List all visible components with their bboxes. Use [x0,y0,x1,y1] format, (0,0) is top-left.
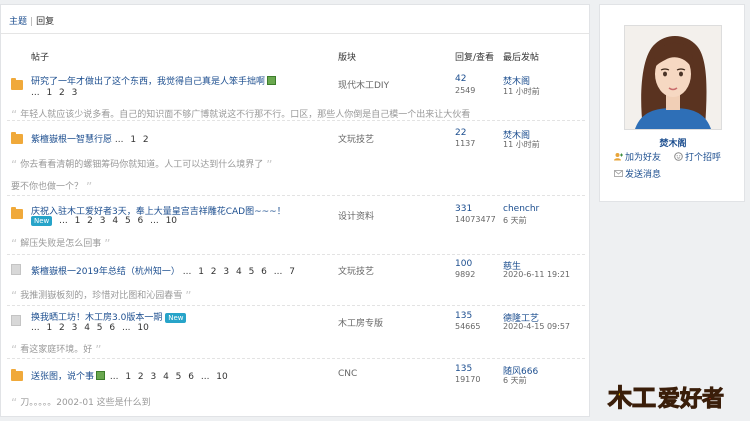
folder-icon [11,132,23,144]
view-count: 54665 [455,322,481,331]
reply-quote[interactable]: “解压失败是怎么回事” [11,236,110,251]
row-divider [7,195,585,196]
folder-icon [11,207,23,219]
quote-close-icon: ” [266,158,273,172]
reply-count[interactable]: 135 [455,311,472,321]
last-post-time: 11 小时前 [503,87,540,96]
view-count: 19170 [455,375,481,384]
folder-icon [11,78,23,90]
reply-count[interactable]: 331 [455,204,472,214]
header-reply-view: 回复/查看 [455,53,495,63]
last-post-time: 6 天前 [503,376,527,385]
document-icon [11,264,21,275]
row-divider [7,305,585,306]
page-links[interactable]: New ... 1 2 3 4 5 6 ... 10 [31,216,177,226]
reply-quote[interactable]: “我推测嶽板刻的，珍惜对比图和沁园春雪” [11,288,191,303]
page-links[interactable]: ... 1 2 3 4 5 6 ... 7 [183,267,295,277]
forum-name[interactable]: 文玩技艺 [338,132,374,145]
forum-name[interactable]: 木工房专版 [338,316,383,329]
thread-title[interactable]: 研究了一年才做出了这个东西，我觉得自己真是人笨手拙啊 [31,74,278,87]
reply-quote[interactable]: “你去看看清朝的螺钿筹码你就知道。人工可以达到什么境界了” [11,157,272,172]
tab-topic[interactable]: 主题 [9,17,27,27]
quote-close-icon: ” [185,289,192,303]
new-badge: New [31,216,53,226]
reply-quote[interactable]: “看这家庭环境。好” [11,342,101,357]
row-divider [7,358,585,359]
last-post-time: 6 天前 [503,216,527,225]
reply-quote[interactable]: 要不你也做一个？” [11,179,92,194]
view-count: 9892 [455,270,476,279]
row-divider [7,254,585,255]
quote-close-icon: ” [104,237,111,251]
reply-count[interactable]: 22 [455,128,466,138]
envelope-icon [614,169,623,178]
last-post-time: 2020-4-15 09:57 [503,322,570,331]
tab-separator: | [30,17,34,27]
page-links[interactable]: ... 1 2 3 4 5 6 ... 10 [31,323,149,333]
view-count: 1137 [455,139,476,148]
quote-open-icon: “ [11,343,18,357]
user-profile-card: 焚木阁 加为好友 打个招呼 发送消息 [599,4,745,202]
last-post-time: 11 小时前 [503,140,540,149]
forum-name[interactable]: 设计资料 [338,209,374,222]
new-badge: New [165,313,187,323]
thread-title[interactable]: 紫檀嶽根一2019年总结（杭州知一） ... 1 2 3 4 5 6 ... 7 [31,264,295,277]
thread-title[interactable]: 换我晒工坊！木工房3.0版本一期 New [31,310,187,323]
add-friend-icon [614,152,623,161]
quote-open-icon: “ [11,158,18,172]
image-attachment-icon [96,371,106,380]
quote-open-icon: “ [11,289,18,303]
document-icon [11,315,21,326]
send-message-link[interactable]: 发送消息 [614,167,661,180]
avatar[interactable] [624,25,722,130]
header-last-post: 最后发帖 [503,53,540,63]
reply-quote[interactable]: “刀。。。。。2002-01 这些是什么到 [11,395,151,410]
page-links[interactable]: ... 1 2 [115,135,149,145]
thread-list-panel: 主题 | 回复 帖子 版块 回复/查看 最后发帖 研究了一年才做出了这个东西，我觉得… [0,4,590,417]
folder-icon [11,369,23,381]
page-links[interactable]: ... 1 2 3 [31,88,77,98]
row-divider [7,120,585,121]
reply-count[interactable]: 135 [455,364,472,374]
quote-close-icon: ” [95,343,102,357]
thread-title[interactable]: 送张图，说个事 ... 1 2 3 4 5 6 ... 10 [31,369,228,382]
forum-name[interactable]: CNC [338,369,357,379]
tab-reply[interactable]: 回复 [36,17,54,27]
greet-link[interactable]: 打个招呼 [674,150,721,163]
quote-open-icon: “ [11,396,18,410]
profile-name[interactable]: 焚木阁 [600,136,746,149]
view-count: 2549 [455,86,476,95]
site-logo: 木工 爱好者 [606,380,736,412]
header-post: 帖子 [31,53,50,63]
svg-text:爱好者: 爱好者 [658,386,724,412]
reply-count[interactable]: 42 [455,74,466,84]
greet-icon [674,152,683,161]
add-friend-link[interactable]: 加为好友 [614,150,661,163]
forum-name[interactable]: 现代木工DIY [338,78,389,91]
thread-title[interactable]: 紫檀嶽根一智慧行愿 ... 1 2 [31,132,149,145]
image-attachment-icon [267,76,277,85]
header-forum: 版块 [338,53,357,63]
reply-count[interactable]: 100 [455,259,472,269]
view-count: 14073477 [455,215,496,224]
last-post-time: 2020-6-11 19:21 [503,270,570,279]
quote-close-icon: ” [86,180,93,194]
svg-text:木工: 木工 [607,384,656,412]
last-poster[interactable]: chenchr [503,204,539,214]
forum-name[interactable]: 文玩技艺 [338,264,374,277]
tab-divider [1,33,589,34]
page-links[interactable]: ... 1 2 3 4 5 6 ... 10 [110,372,228,382]
quote-open-icon: “ [11,237,18,251]
tab-bar: 主题 | 回复 [9,14,54,27]
